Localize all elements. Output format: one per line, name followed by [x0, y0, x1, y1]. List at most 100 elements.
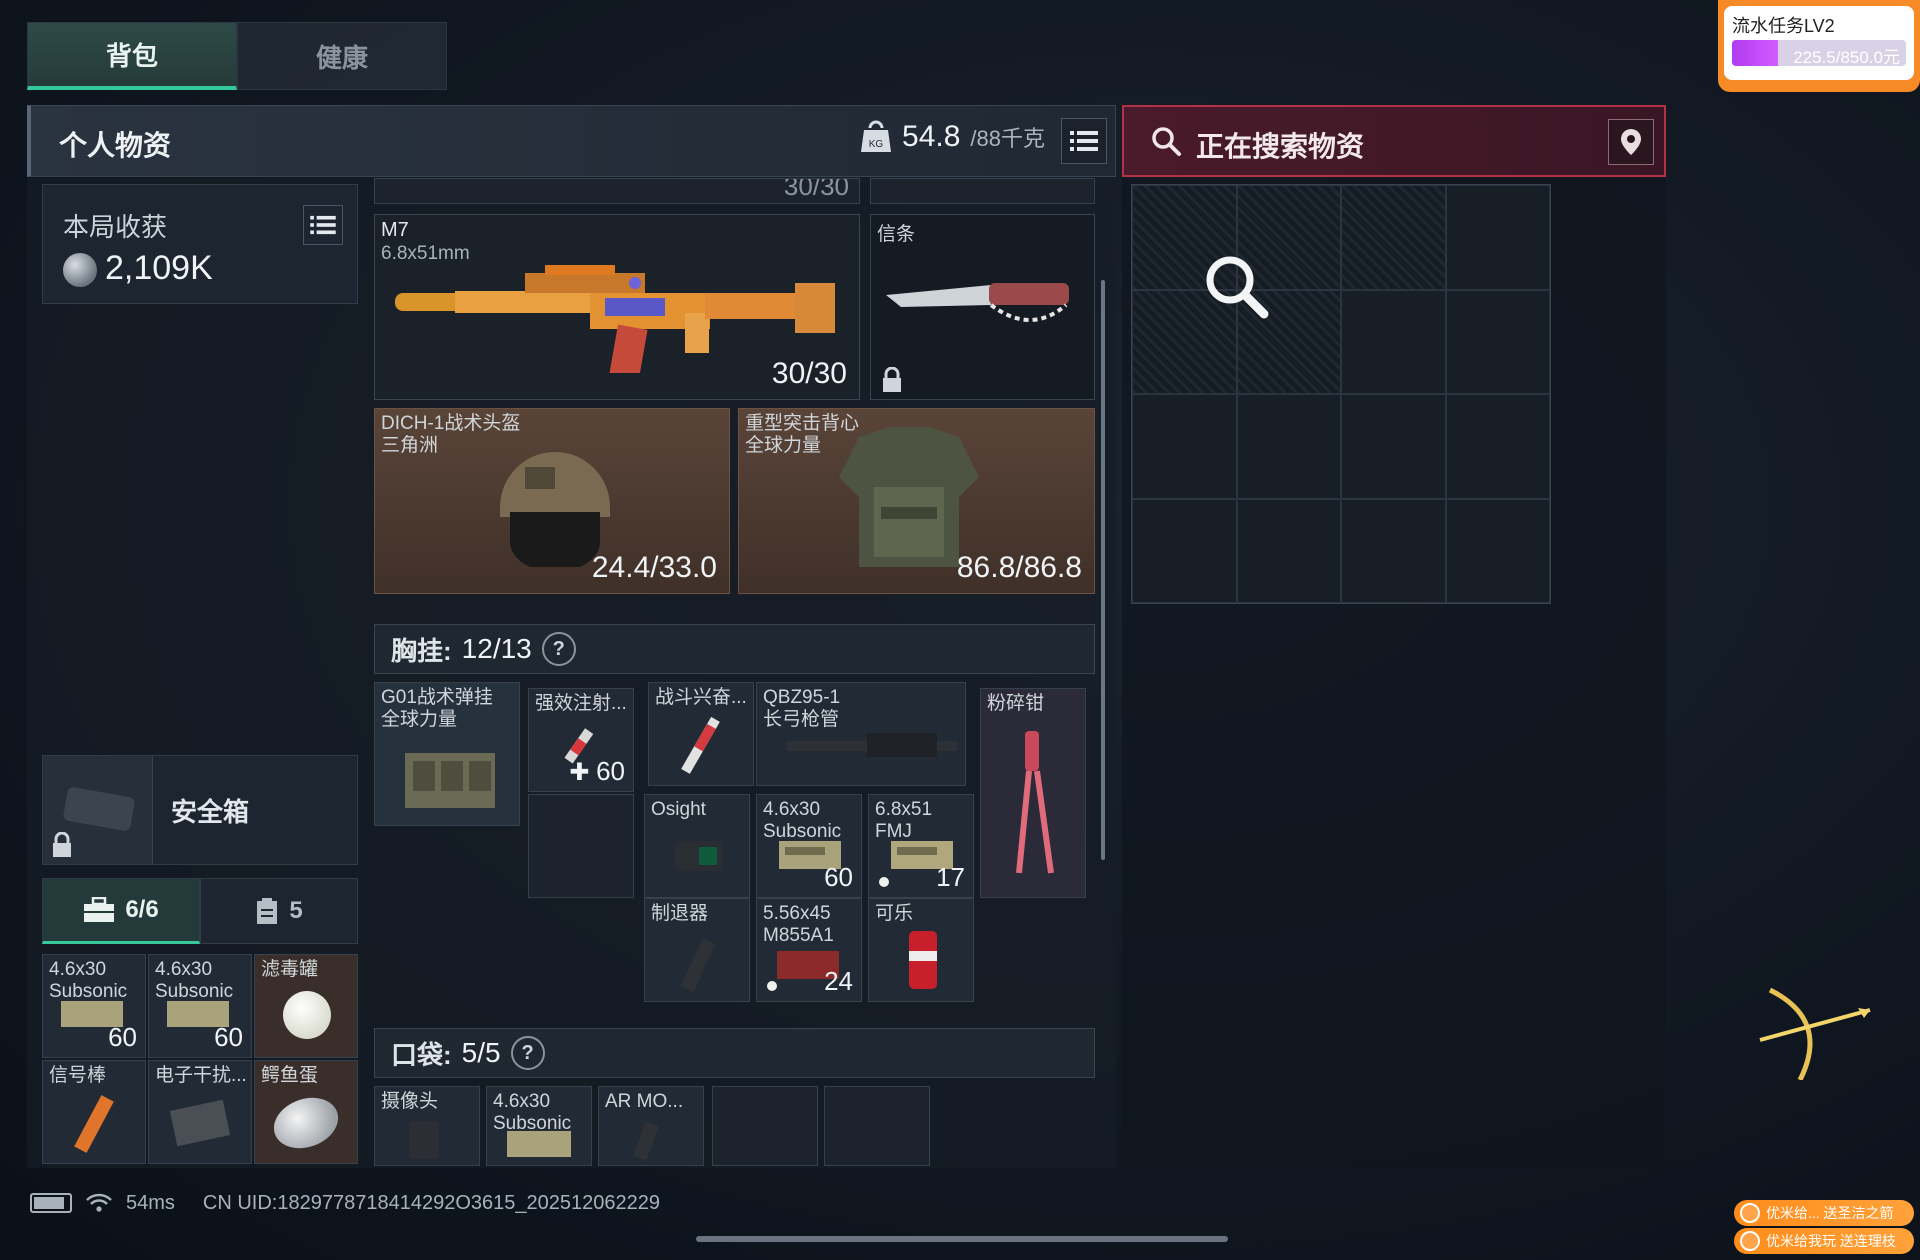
search-slot[interactable] [1341, 185, 1446, 290]
safe-item-slot[interactable]: 信号棒 [42, 1060, 146, 1164]
help-icon[interactable]: ? [541, 632, 576, 666]
safe-item-slot[interactable]: 滤毒罐 [254, 954, 358, 1058]
inventory-scrollbar[interactable] [1101, 280, 1105, 860]
armor-durability: 86.8/86.8 [956, 551, 1082, 584]
rig-slot[interactable]: 战斗兴奋... [648, 682, 754, 786]
searching-icon [1206, 256, 1269, 319]
loot-list-button[interactable] [303, 205, 343, 245]
quest-progress-bar: 225.5/850.0元 [1732, 40, 1906, 66]
rig-item-count: 60 [824, 862, 853, 892]
safe-box[interactable]: 安全箱 [42, 755, 358, 865]
safe-item-name: 4.6x30 Subsonic [49, 959, 128, 1002]
rig-slot[interactable]: 可乐 [868, 898, 974, 1002]
location-button[interactable] [1608, 119, 1654, 165]
search-slot[interactable] [1341, 289, 1446, 394]
quest-title: 流水任务LV2 [1732, 16, 1835, 36]
rig-item-count: 17 [936, 862, 965, 892]
safe-item-slot[interactable]: 鳄鱼蛋 [254, 1060, 358, 1164]
rig-slot[interactable]: 6.8x51 FMJ 17 [868, 794, 974, 898]
live-gift-notice[interactable]: 优米给... 送圣洁之箭 [1734, 1200, 1914, 1226]
live-gift-text: 优米给我玩 送连理枝 [1766, 1233, 1896, 1249]
secure-container-count: 6/6 [125, 896, 159, 923]
partial-slot: 30/30 [374, 178, 860, 204]
rig-slot[interactable]: QBZ95-1 长弓枪管 [756, 682, 966, 786]
search-slot[interactable] [1445, 185, 1550, 290]
location-pin-icon [1621, 129, 1641, 155]
safe-box-label: 安全箱 [171, 797, 250, 827]
safe-item-slot[interactable]: 4.6x30 Subsonic 60 [148, 954, 252, 1058]
search-slot[interactable] [1445, 498, 1550, 603]
flare-icon [74, 1095, 114, 1153]
rig-slot[interactable]: 制退器 [644, 898, 750, 1002]
inventory-tabs: 背包 健康 [27, 22, 447, 90]
help-icon[interactable]: ? [510, 1036, 545, 1070]
filter-canister-icon [283, 991, 331, 1039]
cola-can-icon [909, 931, 937, 989]
weapon-name: M7 [381, 219, 409, 241]
rig-item-name: Osight [651, 799, 706, 820]
live-gift-text: 优米给... 送圣洁之箭 [1766, 1205, 1894, 1221]
live-gift-notice[interactable]: 优米给我玩 送连理枝 [1734, 1228, 1914, 1254]
empty-slot[interactable] [712, 1086, 818, 1166]
list-icon [1070, 131, 1098, 151]
quest-progress-text: 225.5/850.0元 [1793, 48, 1900, 66]
safe-item-name: 滤毒罐 [261, 959, 319, 980]
bolt-cutter-icon [1016, 731, 1054, 874]
pocket-slot[interactable]: AR MO... [598, 1086, 704, 1166]
tab-special-container[interactable]: 5 [200, 878, 358, 944]
search-slot[interactable] [1445, 394, 1550, 499]
rig-slot[interactable]: 4.6x30 Subsonic 60 [756, 794, 862, 898]
home-indicator[interactable] [696, 1236, 1228, 1242]
rig-item-name: 强效注射... [535, 693, 627, 714]
stimulant-icon [681, 716, 720, 774]
avatar [1740, 1231, 1760, 1251]
rig-slot[interactable]: 5.56x45 M855A1 24 [756, 898, 862, 1002]
pocket-capacity: 5/5 [461, 1037, 501, 1068]
search-slot[interactable] [1132, 394, 1237, 499]
helmet-sub: 三角洲 [381, 435, 439, 456]
rig-item-count-value: 60 [596, 756, 625, 786]
chest-rig-icon [405, 753, 495, 808]
search-slot[interactable] [1236, 498, 1341, 603]
primary-weapon-slot[interactable]: M7 6.8x51mm 30/30 [374, 214, 860, 400]
search-container-grid [1131, 184, 1551, 604]
armor-slot[interactable]: 重型突击背心 全球力量 86.8/86.8 [738, 408, 1095, 594]
rig-item-name: 可乐 [875, 903, 914, 924]
melee-slot[interactable]: 信条 [870, 214, 1095, 400]
search-slot[interactable] [1341, 498, 1446, 603]
rig-slot[interactable]: G01战术弹挂 全球力量 [374, 682, 520, 826]
avatar [1740, 1203, 1760, 1223]
armor-sub: 全球力量 [745, 435, 822, 456]
quest-progress-fill [1732, 40, 1779, 66]
status-bar: 54ms CN UID:1829778718414292O3615_202512… [30, 1188, 660, 1218]
pocket-slot[interactable]: 摄像头 [374, 1086, 480, 1166]
rig-slot[interactable]: Osight [644, 794, 750, 898]
lock-icon [53, 832, 71, 857]
quest-widget[interactable]: 流水任务LV2 225.5/850.0元 [1718, 0, 1920, 92]
safe-item-slot[interactable]: 4.6x30 Subsonic 60 [42, 954, 146, 1058]
helmet-slot[interactable]: DICH-1战术头盔 三角洲 24.4/33.0 [374, 408, 730, 594]
safe-item-name: 4.6x30 Subsonic [155, 959, 234, 1002]
search-slot[interactable] [1341, 394, 1446, 499]
search-slot[interactable] [1445, 289, 1550, 394]
pocket-label: 口袋: [391, 1039, 452, 1070]
search-slot[interactable] [1236, 394, 1341, 499]
rig-item-name: 制退器 [651, 903, 709, 924]
safe-item-count: 60 [214, 1022, 243, 1052]
wifi-icon [86, 1193, 112, 1212]
tab-backpack[interactable]: 背包 [27, 22, 237, 90]
safe-item-slot[interactable]: 电子干扰... [148, 1060, 252, 1164]
empty-slot[interactable] [824, 1086, 930, 1166]
tab-secure-container[interactable]: 6/6 [42, 878, 200, 944]
empty-slot[interactable] [528, 794, 634, 898]
search-slot[interactable] [1132, 498, 1237, 603]
list-icon [310, 215, 336, 235]
rig-item-count: 24 [824, 966, 853, 996]
rig-slot[interactable]: 粉碎钳 [980, 688, 1086, 898]
tab-health[interactable]: 健康 [237, 22, 447, 90]
lock-icon [883, 367, 901, 392]
sort-list-button[interactable] [1061, 118, 1107, 164]
rig-slot[interactable]: 强效注射... ✚ 60 [528, 688, 634, 792]
partial-count: 30/30 [783, 178, 849, 201]
pocket-slot[interactable]: 4.6x30 Subsonic [486, 1086, 592, 1166]
